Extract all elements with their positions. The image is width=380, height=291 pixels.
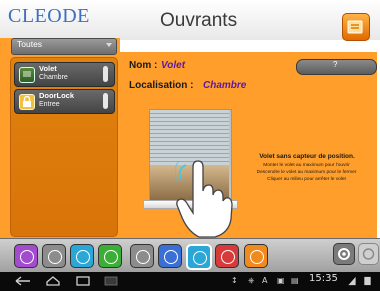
location-label: Localisation : — [129, 80, 194, 91]
name-value: Volet — [161, 60, 186, 71]
alarm-icon[interactable] — [14, 244, 38, 268]
device-room: Chambre — [39, 74, 68, 81]
device-name: DoorLock — [39, 91, 75, 100]
shutter-category-icon[interactable] — [186, 244, 212, 270]
keyboard-icon[interactable] — [104, 276, 118, 286]
image-icon: ▣ — [277, 276, 285, 285]
person-icon[interactable] — [158, 244, 182, 268]
page-title: Ouvrants — [160, 10, 238, 31]
wifi-icon — [348, 276, 356, 286]
list-item-doorlock[interactable]: DoorLock Entree — [14, 89, 115, 114]
description-line: Cliquer au milieu pour arrêter le volet — [267, 177, 346, 182]
bin-icon[interactable] — [42, 244, 66, 268]
home-nav-icon[interactable] — [45, 276, 61, 286]
device-name: Volet — [39, 64, 57, 73]
list-item-volet[interactable]: Volet Chambre — [14, 62, 115, 87]
logo: CLEODE — [8, 5, 90, 27]
plug-icon[interactable] — [98, 244, 122, 268]
scene-button[interactable] — [342, 13, 370, 41]
app-window: CLEODE Ouvrants Toutes Volet Chambre Doo… — [0, 0, 380, 291]
usb-icon: ↕ — [231, 276, 238, 285]
category-select-value: Toutes — [17, 39, 43, 49]
description-line: Monter le volet au maximum pour l'ouvrir — [263, 163, 350, 168]
power-icon — [362, 248, 375, 260]
toggle-indicator[interactable] — [103, 66, 108, 82]
camera-icon[interactable] — [215, 244, 239, 268]
home-icon[interactable] — [70, 244, 94, 268]
recent-apps-icon[interactable] — [75, 276, 91, 286]
clock: 15:35 — [309, 273, 338, 284]
name-label: Nom : — [129, 60, 158, 71]
help-button-label: ? — [333, 60, 338, 69]
power-button[interactable] — [358, 243, 379, 265]
hand-pointer-icon — [175, 160, 233, 238]
battery-icon — [364, 276, 371, 286]
thermometer-icon[interactable] — [130, 244, 154, 268]
padlock-icon — [19, 94, 35, 110]
chevron-down-icon — [106, 43, 112, 47]
settings-status-icon: ⎈ — [248, 276, 255, 285]
toggle-indicator[interactable] — [103, 93, 108, 109]
gear-icon — [338, 248, 350, 260]
signal-icon: A — [262, 276, 268, 285]
description-title: Volet sans capteur de position. — [259, 153, 355, 160]
notification-icon: ▤ — [291, 276, 299, 285]
device-room: Entree — [39, 101, 60, 108]
back-icon[interactable] — [14, 276, 32, 286]
scene-icon — [347, 20, 363, 34]
walking-icon[interactable] — [244, 244, 268, 268]
location-value: Chambre — [203, 80, 247, 91]
description-line: Descendre le volet au maximum pour le fe… — [256, 170, 357, 175]
shutter-icon — [19, 67, 35, 83]
settings-button[interactable] — [333, 243, 355, 265]
